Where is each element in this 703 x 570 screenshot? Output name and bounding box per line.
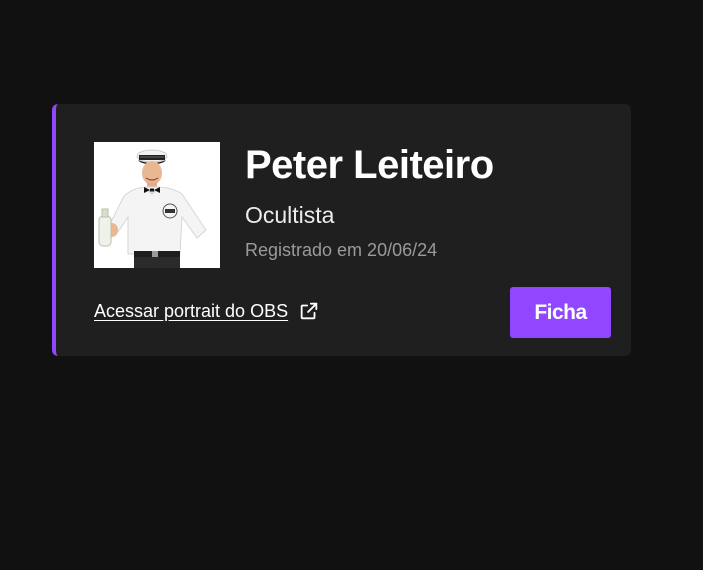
character-card: Peter Leiteiro Ocultista Registrado em 2… — [52, 104, 631, 356]
character-class: Ocultista — [245, 202, 335, 228]
obs-portrait-link-label: Acessar portrait do OBS — [94, 301, 289, 321]
ficha-button[interactable]: Ficha — [510, 287, 611, 338]
registration-date: Registrado em 20/06/24 — [245, 240, 438, 260]
character-name: Peter Leiteiro — [245, 143, 494, 187]
avatar — [94, 142, 220, 268]
obs-portrait-link[interactable]: Acessar portrait do OBS — [94, 300, 320, 322]
external-link-icon — [298, 300, 320, 322]
page: Peter Leiteiro Ocultista Registrado em 2… — [0, 0, 703, 570]
